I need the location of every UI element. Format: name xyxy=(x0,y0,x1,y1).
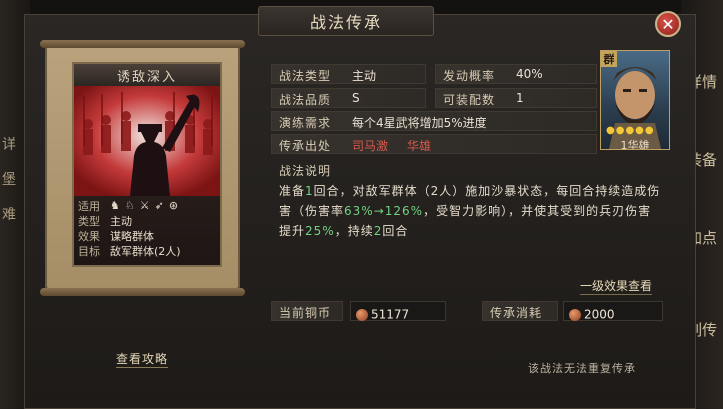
level-one-effect-link[interactable]: 一级效果查看 xyxy=(580,277,653,295)
close-button[interactable]: ✕ xyxy=(655,11,681,37)
use-label: 适用 xyxy=(78,199,100,213)
crossed-swords-icon: ⚔ xyxy=(139,199,150,212)
siege-icon: ⊛ xyxy=(168,199,179,212)
general-name: 1华雄 xyxy=(620,139,650,150)
scroll-rod-bottom xyxy=(40,288,245,296)
copper-coin-icon xyxy=(569,308,581,321)
card-use-row: 适用 ♞ ♘ ⚔ ➶ ⊛ xyxy=(78,199,178,213)
cost-label: 传承消耗 xyxy=(490,306,543,320)
desc-part: ，持续 xyxy=(334,224,374,238)
desc-highlight: 1 xyxy=(305,184,314,198)
card-info-panel: 适用 ♞ ♘ ⚔ ➶ ⊛ 类型 主动 效果 谋略群体 目标 敌军群体(2人) xyxy=(74,196,220,265)
source-label: 传承出处 xyxy=(279,139,332,153)
card-name: 诱敌深入 xyxy=(116,69,177,85)
desc-part: 回合 xyxy=(382,224,409,238)
faction-badge: 群 xyxy=(601,51,617,67)
desc-highlight: 63% xyxy=(344,204,374,218)
dialog-title-bar: 战法传承 xyxy=(258,6,434,36)
target-label: 目标 xyxy=(78,244,100,258)
card-target-row: 目标 敌军群体(2人) xyxy=(78,244,181,258)
no-repeat-notice: 该战法无法重复传承 xyxy=(528,362,636,375)
copper-value: 51177 xyxy=(371,307,410,322)
left-tab-3: 难 xyxy=(2,207,16,223)
view-guide-link[interactable]: 查看攻略 xyxy=(116,350,169,368)
general-portrait[interactable]: 群 ●●●●● 1华雄 xyxy=(600,50,670,150)
quality-label: 战法品质 xyxy=(279,93,332,107)
copper-value-box: 51177 xyxy=(350,301,446,322)
copper-label: 当前铜币 xyxy=(279,306,332,320)
copper-coin-icon xyxy=(356,308,368,321)
type-label: 类型 xyxy=(78,214,100,228)
horse-icon: ♘ xyxy=(124,199,135,212)
description-title: 战法说明 xyxy=(279,164,332,178)
source-general-2[interactable]: 华雄 xyxy=(407,137,431,154)
target-value: 敌军群体(2人) xyxy=(110,244,181,258)
tactic-type-label: 战法类型 xyxy=(279,69,332,83)
cost-value: 2000 xyxy=(584,307,615,322)
source-general-1[interactable]: 司马激 xyxy=(352,137,388,154)
desc-highlight: 126% xyxy=(384,204,424,218)
type-value: 主动 xyxy=(110,214,132,228)
slots-label: 可装配数 xyxy=(443,93,496,107)
effect-label: 效果 xyxy=(78,229,100,243)
trigger-rate-label: 发动概率 xyxy=(443,69,496,83)
scroll-rod-top xyxy=(40,40,245,48)
left-tab-2: 堡 xyxy=(2,172,16,188)
close-icon: ✕ xyxy=(661,14,675,34)
cavalry-icon: ♞ xyxy=(110,199,120,212)
tactic-type-value: 主动 xyxy=(352,69,377,83)
drill-label: 演练需求 xyxy=(279,116,332,130)
troop-type-icons: ♞ ♘ ⚔ ➶ ⊛ xyxy=(110,199,178,212)
bow-icon: ➶ xyxy=(154,199,164,212)
desc-highlight: 25% xyxy=(305,224,335,238)
trigger-rate-value: 40% xyxy=(516,67,543,81)
effect-value: 谋略群体 xyxy=(110,229,154,243)
desc-part: 准备 xyxy=(279,184,306,198)
dialog-title: 战法传承 xyxy=(309,13,382,32)
star-rating: ●●●●● xyxy=(606,125,655,136)
quality-value: S xyxy=(352,91,360,105)
drill-value: 每个4星武将增加5%进度 xyxy=(352,116,487,130)
card-name-bar: 诱敌深入 xyxy=(74,64,220,86)
tactic-illustration xyxy=(74,86,220,196)
slots-value: 1 xyxy=(516,91,524,105)
desc-arrow: → xyxy=(373,204,385,218)
cost-value-box: 2000 xyxy=(563,301,663,322)
card-effect-row: 效果 谋略群体 xyxy=(78,229,154,243)
card-type-row: 类型 主动 xyxy=(78,214,132,228)
description-text: 准备1回合，对敌军群体（2人）施加沙暴状态，每回合持续造成伤害（伤害率63%→1… xyxy=(279,181,664,241)
tactic-card: 诱敌深入 适用 ♞ ♘ ⚔ ➶ ⊛ 类型 主动 效果 谋略群体 目标 敌军群体(… xyxy=(72,62,222,267)
left-tab-1: 详 xyxy=(2,137,16,153)
